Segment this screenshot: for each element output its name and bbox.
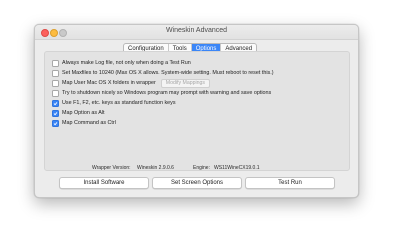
map-option-alt-checkbox[interactable]: [52, 109, 59, 117]
function-keys-label: Use F1, F2, etc. keys as standard functi…: [62, 100, 176, 106]
window-title: Wineskin Advanced: [165, 27, 228, 34]
wrapper-version-label: Wrapper Version:: [92, 165, 131, 171]
log-file-checkbox[interactable]: [52, 59, 59, 67]
install-software-button[interactable]: Install Software: [59, 177, 149, 189]
option-map-user-folders[interactable]: Map User Mac OS X folders in wrapper Mod…: [52, 78, 210, 88]
title-bar[interactable]: Wineskin Advanced: [35, 25, 358, 40]
log-file-label: Always make Log file, not only when doin…: [62, 60, 191, 66]
engine-value: WS11WineCX19.0.1: [214, 165, 260, 171]
shutdown-nicely-label: Try to shutdown nicely so Windows progra…: [62, 90, 272, 96]
option-map-option-alt[interactable]: Map Option as Alt: [52, 109, 105, 117]
maxfiles-checkbox[interactable]: [52, 69, 59, 77]
maxfiles-label: Set Maxfiles to 10240 (Max OS X allows. …: [62, 70, 274, 76]
option-log-file[interactable]: Always make Log file, not only when doin…: [52, 59, 191, 67]
function-keys-checkbox[interactable]: [52, 99, 59, 107]
option-maxfiles[interactable]: Set Maxfiles to 10240 (Max OS X allows. …: [52, 69, 274, 77]
modify-mappings-button[interactable]: Modify Mappings: [160, 78, 210, 88]
option-shutdown-nicely[interactable]: Try to shutdown nicely so Windows progra…: [52, 89, 271, 97]
set-screen-options-button[interactable]: Set Screen Options: [152, 177, 242, 189]
map-user-folders-checkbox[interactable]: [52, 79, 59, 87]
option-function-keys[interactable]: Use F1, F2, etc. keys as standard functi…: [52, 99, 176, 107]
wrapper-version-value: Wineskin 2.9.0.6: [137, 165, 174, 171]
map-command-ctrl-label: Map Command as Ctrl: [62, 120, 116, 126]
engine-label: Engine:: [193, 165, 210, 171]
wineskin-advanced-window: Wineskin Advanced Configuration Tools Op…: [34, 24, 359, 198]
map-command-ctrl-checkbox[interactable]: [52, 119, 59, 127]
shutdown-nicely-checkbox[interactable]: [52, 89, 59, 97]
test-run-button[interactable]: Test Run: [245, 177, 335, 189]
map-option-alt-label: Map Option as Alt: [62, 110, 105, 116]
option-map-command-ctrl[interactable]: Map Command as Ctrl: [52, 119, 116, 127]
options-panel: Always make Log file, not only when doin…: [44, 51, 350, 171]
map-user-folders-label: Map User Mac OS X folders in wrapper: [62, 80, 156, 86]
